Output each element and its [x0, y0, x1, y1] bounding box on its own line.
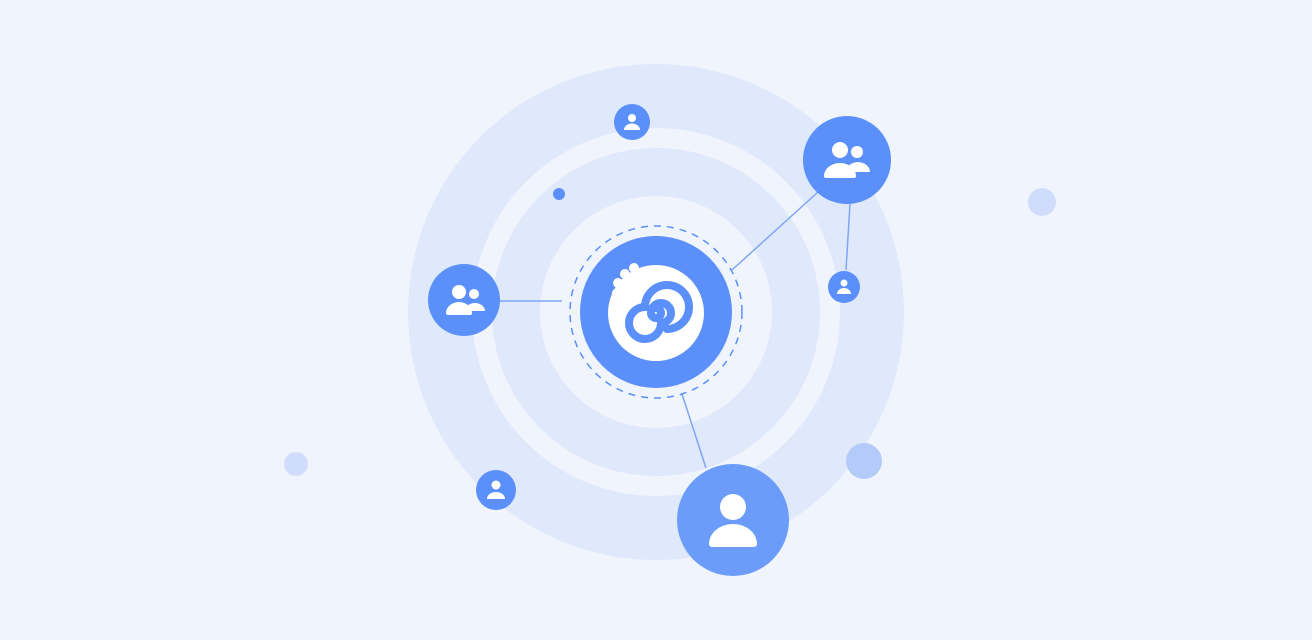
user-node-right-small: [828, 271, 860, 303]
group-node-left: [428, 264, 500, 336]
network-illustration: [0, 0, 1312, 640]
user-node-bottom-large: [677, 464, 789, 576]
decor-dot-right: [1028, 188, 1056, 216]
group-node-top-right: [803, 116, 891, 204]
network-diagram: [284, 64, 1056, 576]
user-node-bottom-left-small: [476, 470, 516, 510]
decor-dot-ring: [846, 443, 882, 479]
decor-dot-left: [284, 452, 308, 476]
hub: [569, 225, 743, 399]
user-node-top-small: [614, 104, 650, 140]
decor-dot-small-accent: [553, 188, 565, 200]
